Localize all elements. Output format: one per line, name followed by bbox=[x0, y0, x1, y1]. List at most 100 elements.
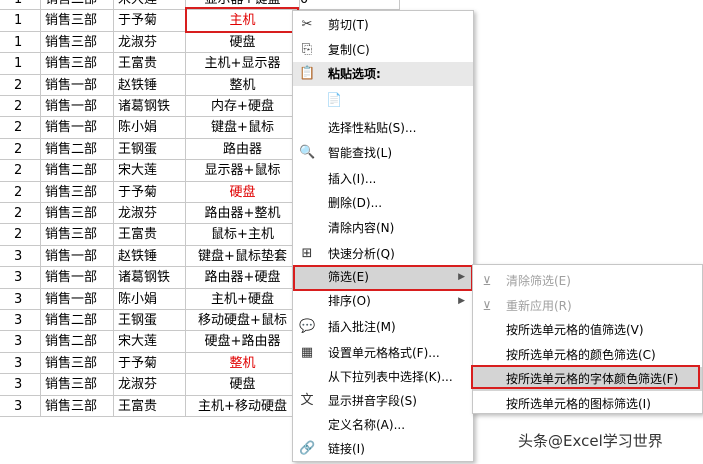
context-menu: ✂ 剪切(T) ⎘ 复制(C) 📋 粘贴选项: 📄 选择性粘贴(S)... 🔍 智能查找(L) 插入… bbox=[292, 10, 474, 462]
cell-d[interactable]: 整机 bbox=[186, 74, 300, 96]
cell-c[interactable]: 赵铁锤 bbox=[114, 74, 186, 96]
menu-item-smart-lookup[interactable]: 🔍 智能查找(L) bbox=[293, 141, 473, 165]
submenu-item-filter-by-value[interactable]: 按所选单元格的值筛选(V) bbox=[473, 318, 702, 342]
cell-b[interactable]: 销售三部 bbox=[41, 374, 114, 396]
cell-c[interactable]: 诸葛钢铁 bbox=[114, 96, 186, 118]
menu-item-format-cells[interactable]: ▦ 设置单元格格式(F)... bbox=[293, 341, 473, 365]
cell-b[interactable]: 销售三部 bbox=[41, 31, 114, 54]
menu-item-show-phonetic[interactable]: 文显示拼音字段(S) bbox=[293, 389, 473, 413]
cell-d[interactable]: 键盘+鼠标垫套 bbox=[186, 245, 300, 268]
menu-item-copy[interactable]: ⎘ 复制(C) bbox=[293, 38, 473, 62]
cell-d[interactable]: 路由器+整机 bbox=[186, 203, 300, 225]
cell-d[interactable]: 整机 bbox=[186, 352, 300, 375]
cell-c[interactable]: 王富贵 bbox=[114, 395, 186, 417]
cell-d[interactable]: 显示器+鼠标 bbox=[186, 160, 300, 182]
cell-a[interactable]: 3 bbox=[0, 267, 41, 289]
cell-c[interactable]: 于予菊 bbox=[114, 10, 186, 32]
cell-d[interactable]: 硬盘+路由器 bbox=[186, 331, 300, 353]
cell-a[interactable]: 2 bbox=[0, 203, 41, 225]
menu-item-insert[interactable]: 插入(I)... bbox=[293, 167, 473, 191]
cell-c[interactable]: 王富贵 bbox=[114, 224, 186, 246]
cell-d[interactable]: 硬盘 bbox=[186, 31, 300, 54]
cell-c[interactable]: 龙淑芬 bbox=[114, 31, 186, 54]
menu-item-delete[interactable]: 删除(D)... bbox=[293, 191, 473, 215]
cell-c[interactable]: 于予菊 bbox=[114, 181, 186, 203]
cell-c[interactable]: 宋大莲 bbox=[114, 160, 186, 182]
cell-b[interactable]: 销售三部 bbox=[41, 203, 114, 225]
cell-b[interactable]: 销售二部 bbox=[41, 0, 114, 11]
cell-d[interactable]: 主机+硬盘 bbox=[186, 288, 300, 310]
menu-item-paste-icon-row[interactable]: 📄 bbox=[293, 87, 473, 115]
cell-d[interactable]: 内存+硬盘 bbox=[186, 96, 300, 118]
cell-c[interactable]: 王富贵 bbox=[114, 53, 186, 75]
menu-item-pick-from-list[interactable]: 从下拉列表中选择(K)... bbox=[293, 365, 473, 389]
menu-item-clear-contents[interactable]: 清除内容(N) bbox=[293, 216, 473, 240]
cell-b[interactable]: 销售三部 bbox=[41, 395, 114, 417]
menu-item-define-name[interactable]: 定义名称(A)... bbox=[293, 413, 473, 437]
cell-c[interactable]: 宋大莲 bbox=[114, 0, 186, 11]
cell-b[interactable]: 销售一部 bbox=[41, 96, 114, 118]
cell-d[interactable]: 移动硬盘+鼠标 bbox=[186, 310, 300, 332]
submenu-item-filter-by-icon[interactable]: 按所选单元格的图标筛选(I) bbox=[473, 392, 702, 416]
cell-b[interactable]: 销售二部 bbox=[41, 160, 114, 182]
cell-a[interactable]: 3 bbox=[0, 374, 41, 396]
cell-e[interactable]: 0 bbox=[300, 0, 400, 11]
menu-item-insert-comment[interactable]: 💬 插入批注(M) bbox=[293, 315, 473, 339]
cell-b[interactable]: 销售一部 bbox=[41, 117, 114, 139]
cell-b[interactable]: 销售一部 bbox=[41, 74, 114, 96]
submenu-item-filter-by-color[interactable]: 按所选单元格的颜色筛选(C) bbox=[473, 343, 702, 367]
cell-a[interactable]: 1 bbox=[0, 0, 41, 11]
cell-a[interactable]: 2 bbox=[0, 96, 41, 118]
cell-d[interactable]: 主机+显示器 bbox=[186, 53, 300, 75]
cell-a[interactable]: 1 bbox=[0, 31, 41, 54]
cell-a[interactable]: 1 bbox=[0, 10, 41, 32]
cell-b[interactable]: 销售一部 bbox=[41, 288, 114, 310]
cell-c[interactable]: 龙淑芬 bbox=[114, 374, 186, 396]
cell-a[interactable]: 2 bbox=[0, 224, 41, 246]
cell-a[interactable]: 3 bbox=[0, 352, 41, 375]
cell-b[interactable]: 销售二部 bbox=[41, 331, 114, 353]
cell-a[interactable]: 1 bbox=[0, 53, 41, 75]
cell-b[interactable]: 销售三部 bbox=[41, 181, 114, 203]
cell-c[interactable]: 宋大莲 bbox=[114, 331, 186, 353]
cell-a[interactable]: 2 bbox=[0, 74, 41, 96]
cell-a[interactable]: 3 bbox=[0, 395, 41, 417]
cell-c[interactable]: 陈小娟 bbox=[114, 288, 186, 310]
menu-item-link[interactable]: 🔗 链接(I) bbox=[293, 437, 473, 461]
cell-b[interactable]: 销售一部 bbox=[41, 245, 114, 268]
cell-a[interactable]: 2 bbox=[0, 138, 41, 161]
cell-a[interactable]: 3 bbox=[0, 310, 41, 332]
cell-c[interactable]: 龙淑芬 bbox=[114, 203, 186, 225]
cell-b[interactable]: 销售三部 bbox=[41, 10, 114, 32]
cell-d[interactable]: 路由器 bbox=[186, 138, 300, 161]
cell-b[interactable]: 销售三部 bbox=[41, 224, 114, 246]
insert-comment-icon: 💬 bbox=[299, 319, 316, 334]
cell-a[interactable]: 2 bbox=[0, 181, 41, 203]
cell-d[interactable]: 硬盘 bbox=[186, 374, 300, 396]
cell-a[interactable]: 3 bbox=[0, 288, 41, 310]
cell-a[interactable]: 3 bbox=[0, 245, 41, 268]
cell-d[interactable]: 键盘+鼠标 bbox=[186, 117, 300, 139]
cell-c[interactable]: 陈小娟 bbox=[114, 117, 186, 139]
cell-d[interactable]: 路由器+硬盘 bbox=[186, 267, 300, 289]
cell-d[interactable]: 主机+移动硬盘 bbox=[186, 395, 300, 417]
cell-b[interactable]: 销售二部 bbox=[41, 310, 114, 332]
menu-item-sort[interactable]: 排序(O) ▶ bbox=[293, 289, 473, 313]
cell-c[interactable]: 王钢蛋 bbox=[114, 138, 186, 161]
cell-c[interactable]: 王钢蛋 bbox=[114, 310, 186, 332]
cell-b[interactable]: 销售一部 bbox=[41, 267, 114, 289]
cell-c[interactable]: 赵铁锤 bbox=[114, 245, 186, 268]
cell-a[interactable]: 3 bbox=[0, 331, 41, 353]
cell-b[interactable]: 销售三部 bbox=[41, 352, 114, 375]
menu-item-cut[interactable]: ✂ 剪切(T) bbox=[293, 13, 473, 37]
cell-b[interactable]: 销售二部 bbox=[41, 138, 114, 161]
cell-b[interactable]: 销售三部 bbox=[41, 53, 114, 75]
cell-d[interactable]: 鼠标+主机 bbox=[186, 224, 300, 246]
cell-a[interactable]: 2 bbox=[0, 117, 41, 139]
menu-item-paste-special[interactable]: 选择性粘贴(S)... bbox=[293, 116, 473, 140]
cell-c[interactable]: 于予菊 bbox=[114, 352, 186, 375]
cell-c[interactable]: 诸葛钢铁 bbox=[114, 267, 186, 289]
menu-item-quick-analysis[interactable]: ⊞ 快速分析(Q) bbox=[293, 242, 473, 266]
cell-d[interactable]: 硬盘 bbox=[186, 181, 300, 203]
cell-a[interactable]: 2 bbox=[0, 160, 41, 182]
